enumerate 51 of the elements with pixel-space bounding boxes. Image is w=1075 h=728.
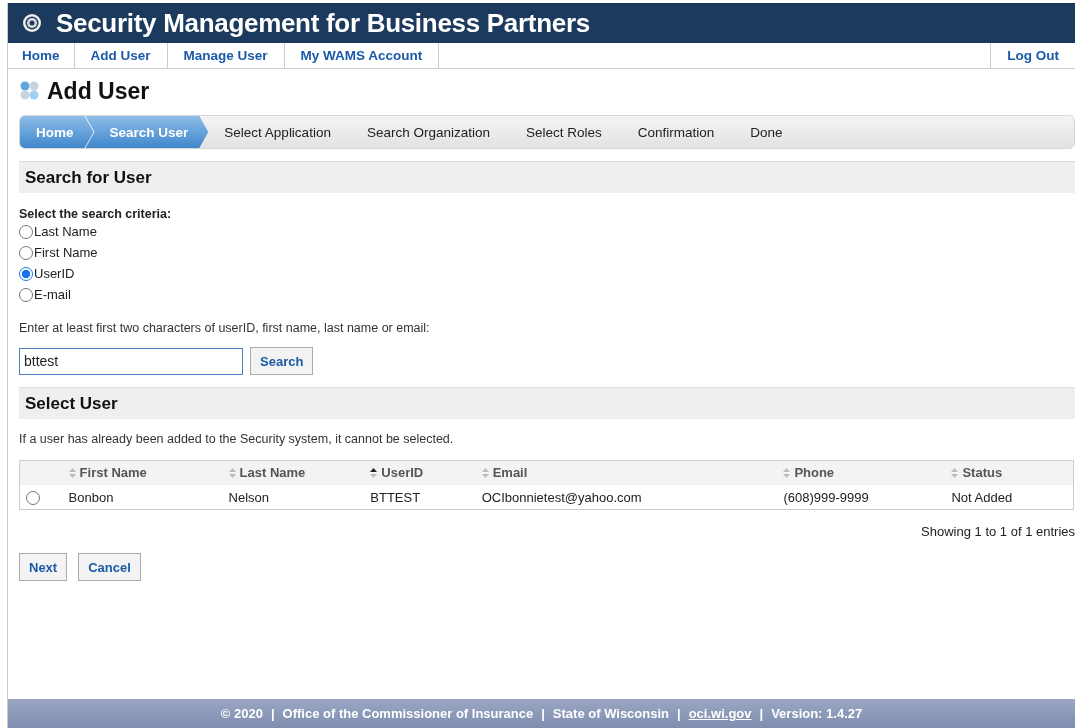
separator-text: | bbox=[759, 706, 764, 721]
app-title: Security Management for Business Partners bbox=[56, 7, 590, 39]
sort-icon bbox=[228, 467, 236, 478]
sort-icon bbox=[370, 467, 378, 478]
sort-icon bbox=[783, 467, 791, 478]
separator-text: | bbox=[270, 706, 275, 721]
nav-link[interactable]: My WAMS Account bbox=[284, 43, 440, 68]
search-hint: Enter at least first two characters of userID, first name, last name or email: bbox=[19, 321, 431, 335]
radio-label: E-mail bbox=[34, 287, 71, 302]
sort-icon bbox=[68, 467, 76, 478]
separator-text: | bbox=[677, 706, 681, 721]
separator-text: | bbox=[541, 706, 545, 721]
section-heading: Select User bbox=[19, 387, 1075, 419]
wizard-step: Search User bbox=[85, 116, 209, 148]
sort-icon bbox=[951, 467, 959, 478]
page-title: Add User bbox=[47, 77, 150, 105]
footer-text: State of Wisconsin bbox=[552, 706, 670, 721]
section-heading: Search for User bbox=[19, 161, 1075, 193]
note-text: If a user has already been added to the Security system, it cannot be selected. bbox=[19, 432, 455, 446]
column-header[interactable]: Email bbox=[481, 465, 528, 481]
entries-info: Showing 1 to 1 of 1 entries bbox=[920, 524, 1075, 539]
seal-icon bbox=[22, 13, 42, 33]
radio-button[interactable] bbox=[19, 287, 33, 302]
users-icon bbox=[19, 80, 41, 102]
table-cell: BTTEST bbox=[370, 489, 421, 505]
table-cell: Not Added bbox=[951, 489, 1013, 505]
table-cell: Nelson bbox=[228, 489, 270, 505]
logout-link[interactable]: Log Out bbox=[990, 43, 1075, 68]
footer-text: Version: 1.4.27 bbox=[771, 706, 863, 721]
nav-link[interactable]: Add User bbox=[74, 43, 168, 68]
nav-link[interactable]: Manage User bbox=[167, 43, 285, 68]
radio-label: Last Name bbox=[34, 224, 97, 239]
criteria-label: Select the search criteria: bbox=[19, 207, 173, 221]
radio-label: UserID bbox=[34, 266, 75, 281]
search-field[interactable]: bttest bbox=[19, 347, 243, 375]
nav-link[interactable]: Home bbox=[8, 43, 75, 68]
radio-button[interactable] bbox=[19, 245, 33, 260]
radio-button[interactable] bbox=[19, 224, 33, 239]
action-button[interactable]: Next bbox=[19, 553, 68, 581]
table-cell: OCIbonnietest@yahoo.com bbox=[481, 489, 642, 505]
radio-label: First Name bbox=[34, 245, 98, 260]
table-cell: (608)999-9999 bbox=[783, 489, 869, 505]
action-button[interactable]: Cancel bbox=[78, 553, 141, 581]
radio-button[interactable] bbox=[19, 266, 33, 281]
footer-text: Office of the Commissioner of Insurance bbox=[282, 706, 534, 721]
footer-text: © 2020 bbox=[220, 706, 263, 721]
search-button[interactable]: Search bbox=[250, 347, 314, 375]
row-radio[interactable] bbox=[26, 490, 40, 505]
sort-icon bbox=[481, 467, 489, 478]
column-header[interactable]: Phone bbox=[783, 465, 835, 481]
table-cell: Bonbon bbox=[68, 489, 114, 505]
